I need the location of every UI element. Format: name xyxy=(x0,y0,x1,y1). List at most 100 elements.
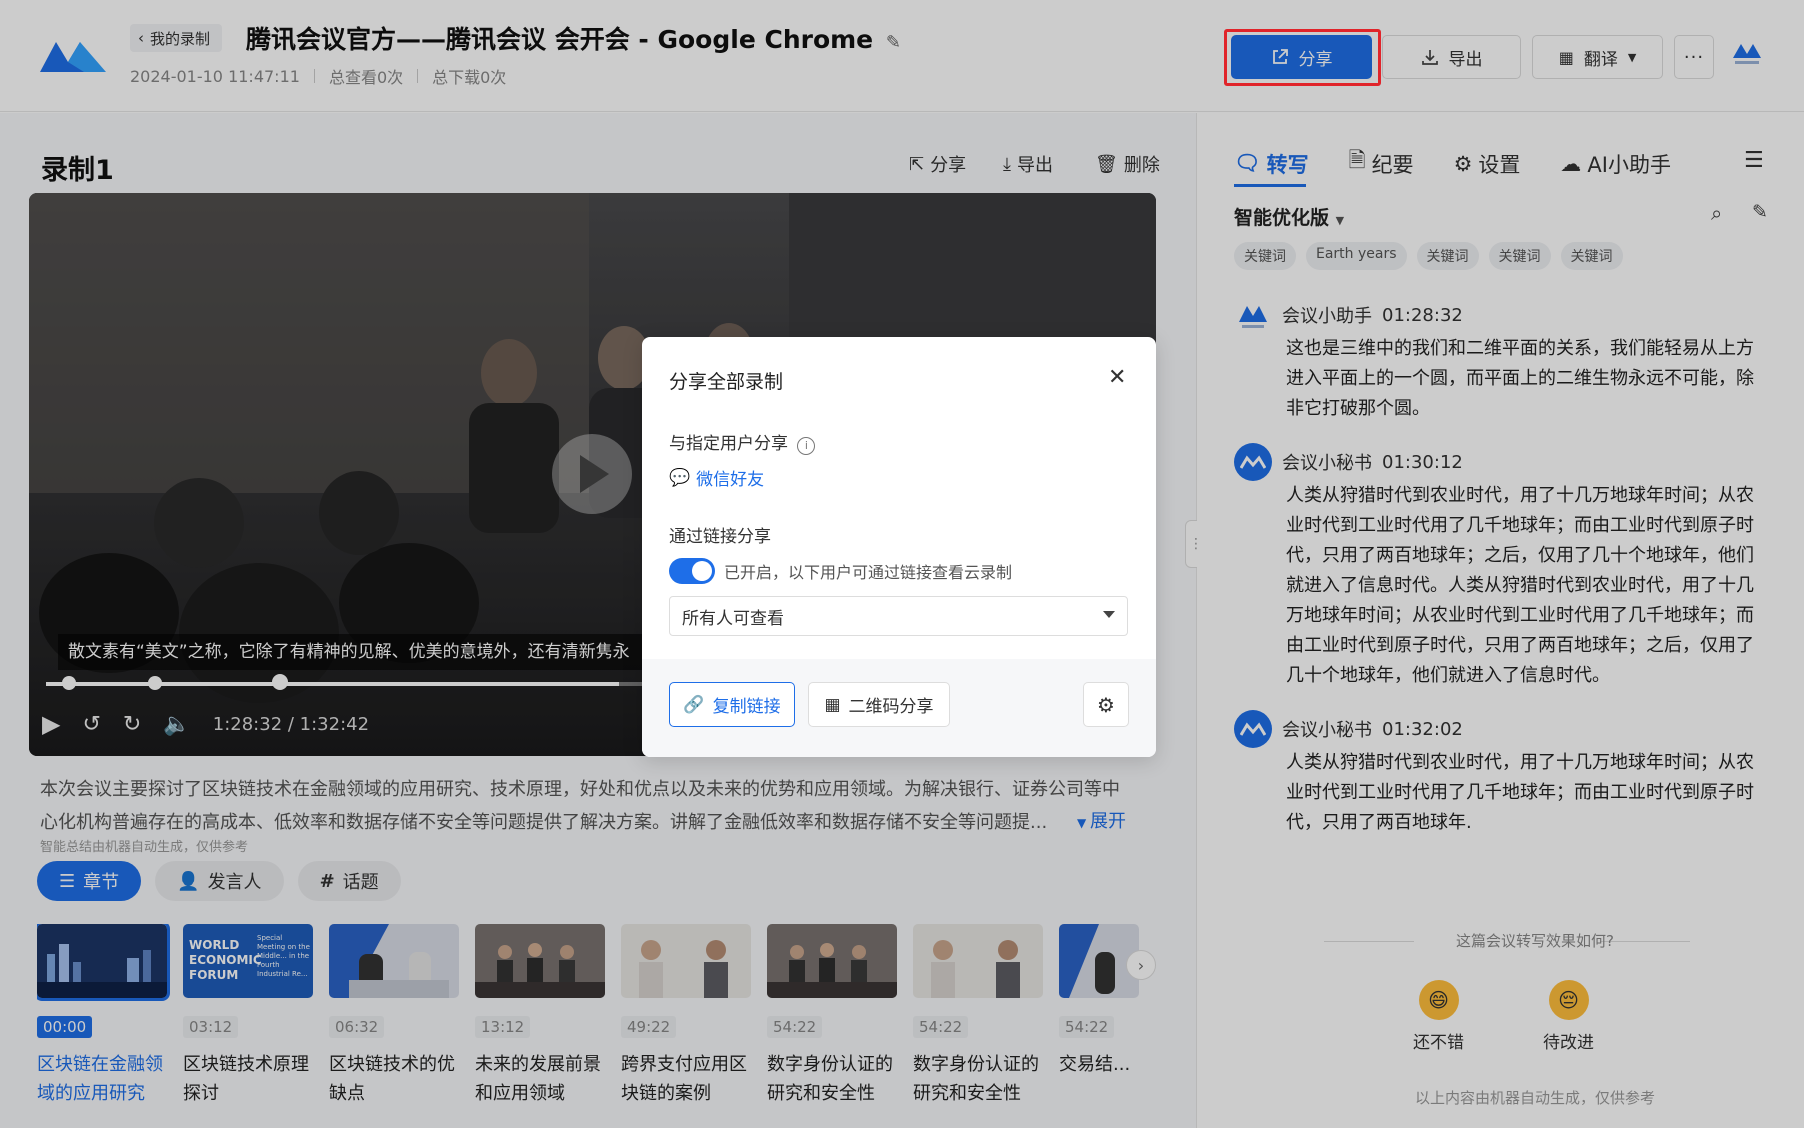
chapter-item[interactable]: WORLD ECONOMIC FORUM Special Meeting on th… xyxy=(183,924,313,1124)
chapter-thumbnail xyxy=(475,924,605,998)
chapter-time: 00:00 xyxy=(37,1016,93,1038)
speaker-name: 会议小助手 xyxy=(1282,306,1372,327)
transcript-mode-dropdown[interactable]: 智能优化版 ▼ xyxy=(1234,203,1344,230)
caret-down-icon: ▼ xyxy=(1077,816,1091,830)
video-caption: 散文素有“美文”之称，它除了有精神的见解、优美的意境外，还有清新隽永 xyxy=(58,634,652,670)
feedback-improve-button[interactable]: 😔 待改进 xyxy=(1543,980,1594,1053)
chapter-time: 49:22 xyxy=(621,1016,677,1038)
dialog-title: 分享全部录制 xyxy=(669,371,784,393)
volume-icon[interactable]: 🔈 xyxy=(163,712,190,737)
list-icon: ☰ xyxy=(59,870,76,892)
collapse-panel-icon[interactable]: ☰ xyxy=(1744,148,1764,173)
chapter-item[interactable]: 13:12 未来的发展前景和应用领域 xyxy=(475,924,605,1124)
edit-pencil-icon[interactable]: ✎ xyxy=(1752,201,1768,223)
more-options-button[interactable]: ··· xyxy=(1674,35,1714,79)
chapter-item[interactable]: 54:22 数字身份认证的研究和安全性 xyxy=(913,924,1043,1124)
user-avatar[interactable] xyxy=(1730,36,1764,70)
info-icon[interactable]: i xyxy=(797,437,816,455)
back-to-recordings[interactable]: ‹ 我的录制 xyxy=(130,24,223,52)
keyword-chip[interactable]: Earth years xyxy=(1306,242,1407,270)
document-icon: 🗎 xyxy=(1348,148,1366,172)
chapter-thumbnail xyxy=(913,924,1043,998)
person-icon: 👤 xyxy=(177,870,200,892)
chapter-item[interactable]: 06:32 区块链技术的优缺点 xyxy=(329,924,459,1124)
entry-text: 人类从狩猎时代到农业时代，用了十几万地球年时间；从农业时代到工业时代用了几千地球… xyxy=(1286,752,1754,833)
visibility-select[interactable]: 所有人可查看 xyxy=(669,596,1128,636)
chapter-marker[interactable] xyxy=(62,676,76,690)
share-icon: ⇱ xyxy=(909,153,925,175)
ai-summary-note: 智能总结由机器自动生成，仅供参考 xyxy=(40,840,249,855)
transcript-icon: 🗨 xyxy=(1234,151,1261,175)
chapter-item[interactable]: 00:00 区块链在金融领域的应用研究 xyxy=(37,924,170,1124)
recording-delete-button[interactable]: 🗑 删除 xyxy=(1095,151,1160,177)
keyword-chip[interactable]: 关键词 xyxy=(1560,242,1623,270)
entry-text: 这也是三维中的我们和二维平面的关系，我们能轻易从上方进入平面上的一个圆，而平面上… xyxy=(1286,338,1754,419)
keyword-chip[interactable]: 关键词 xyxy=(1234,242,1296,270)
speaker-avatar xyxy=(1234,710,1272,748)
chapter-item[interactable]: 49:22 跨界支付应用区块链的案例 xyxy=(621,924,751,1124)
chapter-thumbnail xyxy=(767,924,897,998)
tab-chapters[interactable]: ☰ 章节 xyxy=(37,861,142,901)
ellipsis-icon: ··· xyxy=(1683,46,1705,68)
tab-speakers[interactable]: 👤 发言人 xyxy=(155,861,284,901)
chapter-item[interactable]: 54:22 交易结... xyxy=(1059,924,1139,1124)
rewind-5-icon[interactable]: ↺ xyxy=(82,712,100,737)
smile-face-icon: 😄 xyxy=(1418,980,1459,1020)
close-icon[interactable]: ✕ xyxy=(1108,365,1126,390)
sad-face-icon: 😔 xyxy=(1548,980,1589,1020)
settings-gear-button[interactable]: ⚙ xyxy=(1083,682,1129,727)
chapter-thumbnail xyxy=(621,924,751,998)
entry-time[interactable]: 01:32:02 xyxy=(1382,719,1463,740)
chapter-marker[interactable] xyxy=(148,676,162,690)
caret-down-icon xyxy=(1103,611,1115,618)
export-button[interactable]: 导出 xyxy=(1382,35,1521,79)
tab-transcript[interactable]: 🗨 转写 xyxy=(1234,149,1309,179)
keyword-chip[interactable]: 关键词 xyxy=(1416,242,1479,270)
translate-dropdown[interactable]: ▦ 翻译 ▼ xyxy=(1532,35,1663,79)
chapter-item[interactable]: 54:22 数字身份认证的研究和安全性 xyxy=(767,924,897,1124)
link-share-toggle[interactable] xyxy=(669,558,715,584)
transcript-entry: 会议小秘书 01:32:02 人类从狩猎时代到农业时代，用了十几万地球年时间；从… xyxy=(1234,710,1764,838)
recording-share-button[interactable]: ⇱ 分享 xyxy=(909,151,966,177)
edit-pencil-icon[interactable]: ✎ xyxy=(886,32,901,53)
transcript-entry: 会议小助手 01:28:32 这也是三维中的我们和二维平面的关系，我们能轻易从上… xyxy=(1234,296,1764,424)
recording-meta: 2024-01-10 11:47:11 总查看0次 总下载0次 xyxy=(130,64,506,88)
progress-handle[interactable] xyxy=(272,674,288,690)
download-count: 总下载0次 xyxy=(432,68,507,87)
chapter-title: 交易结... xyxy=(1059,1054,1131,1075)
play-icon[interactable]: ▶ xyxy=(42,710,60,738)
speaker-name: 会议小秘书 xyxy=(1282,453,1372,474)
keyword-chip[interactable]: 关键词 xyxy=(1488,242,1551,270)
tab-topics[interactable]: # 话题 xyxy=(297,861,401,901)
chapter-title: 区块链技术原理探讨 xyxy=(183,1054,309,1104)
machine-note: 以上内容由机器自动生成，仅供参考 xyxy=(1414,1089,1655,1107)
entry-time[interactable]: 01:30:12 xyxy=(1382,452,1463,473)
tab-minutes[interactable]: 🗎 纪要 xyxy=(1349,146,1414,181)
chapter-thumbnail xyxy=(329,924,459,998)
qr-share-button[interactable]: ▦ 二维码分享 xyxy=(808,682,950,727)
speaker-name: 会议小秘书 xyxy=(1282,720,1372,741)
copy-link-button[interactable]: 🔗 复制链接 xyxy=(669,682,795,727)
wechat-share-link[interactable]: 💬 微信好友 xyxy=(669,465,764,491)
translate-icon: ▦ xyxy=(1558,47,1574,67)
feedback-good-button[interactable]: 😄 还不错 xyxy=(1413,980,1464,1053)
qr-code-icon: ▦ xyxy=(824,694,841,715)
video-progress-bar[interactable] xyxy=(46,682,646,686)
search-icon[interactable]: ⌕ xyxy=(1711,201,1722,225)
entry-time[interactable]: 01:28:32 xyxy=(1382,305,1463,326)
recording-export-button[interactable]: ⤓ 导出 xyxy=(1003,151,1053,177)
chevron-right-icon[interactable]: › xyxy=(1126,950,1156,980)
progress-fill xyxy=(46,682,619,686)
hash-icon: # xyxy=(319,870,335,892)
chapter-thumbnail: WORLD ECONOMIC FORUM Special Meeting on th… xyxy=(183,924,313,998)
tab-ai-assistant[interactable]: ☁ AI小助手 xyxy=(1560,149,1671,179)
record-date: 2024-01-10 11:47:11 xyxy=(130,66,300,86)
link-share-label: 通过链接分享 xyxy=(669,527,771,547)
chapter-time: 54:22 xyxy=(767,1016,823,1038)
expand-summary-link[interactable]: ▼ 展开 xyxy=(1077,807,1126,833)
entry-header: 会议小秘书 01:30:12 xyxy=(1234,443,1764,481)
forward-5-icon[interactable]: ↻ xyxy=(123,712,141,737)
chapter-title: 区块链技术的优缺点 xyxy=(329,1054,455,1104)
tab-settings[interactable]: ⚙ 设置 xyxy=(1454,149,1521,179)
page-title: 腾讯会议官方——腾讯会议 会开会 - Google Chrome ✎ xyxy=(246,25,901,54)
